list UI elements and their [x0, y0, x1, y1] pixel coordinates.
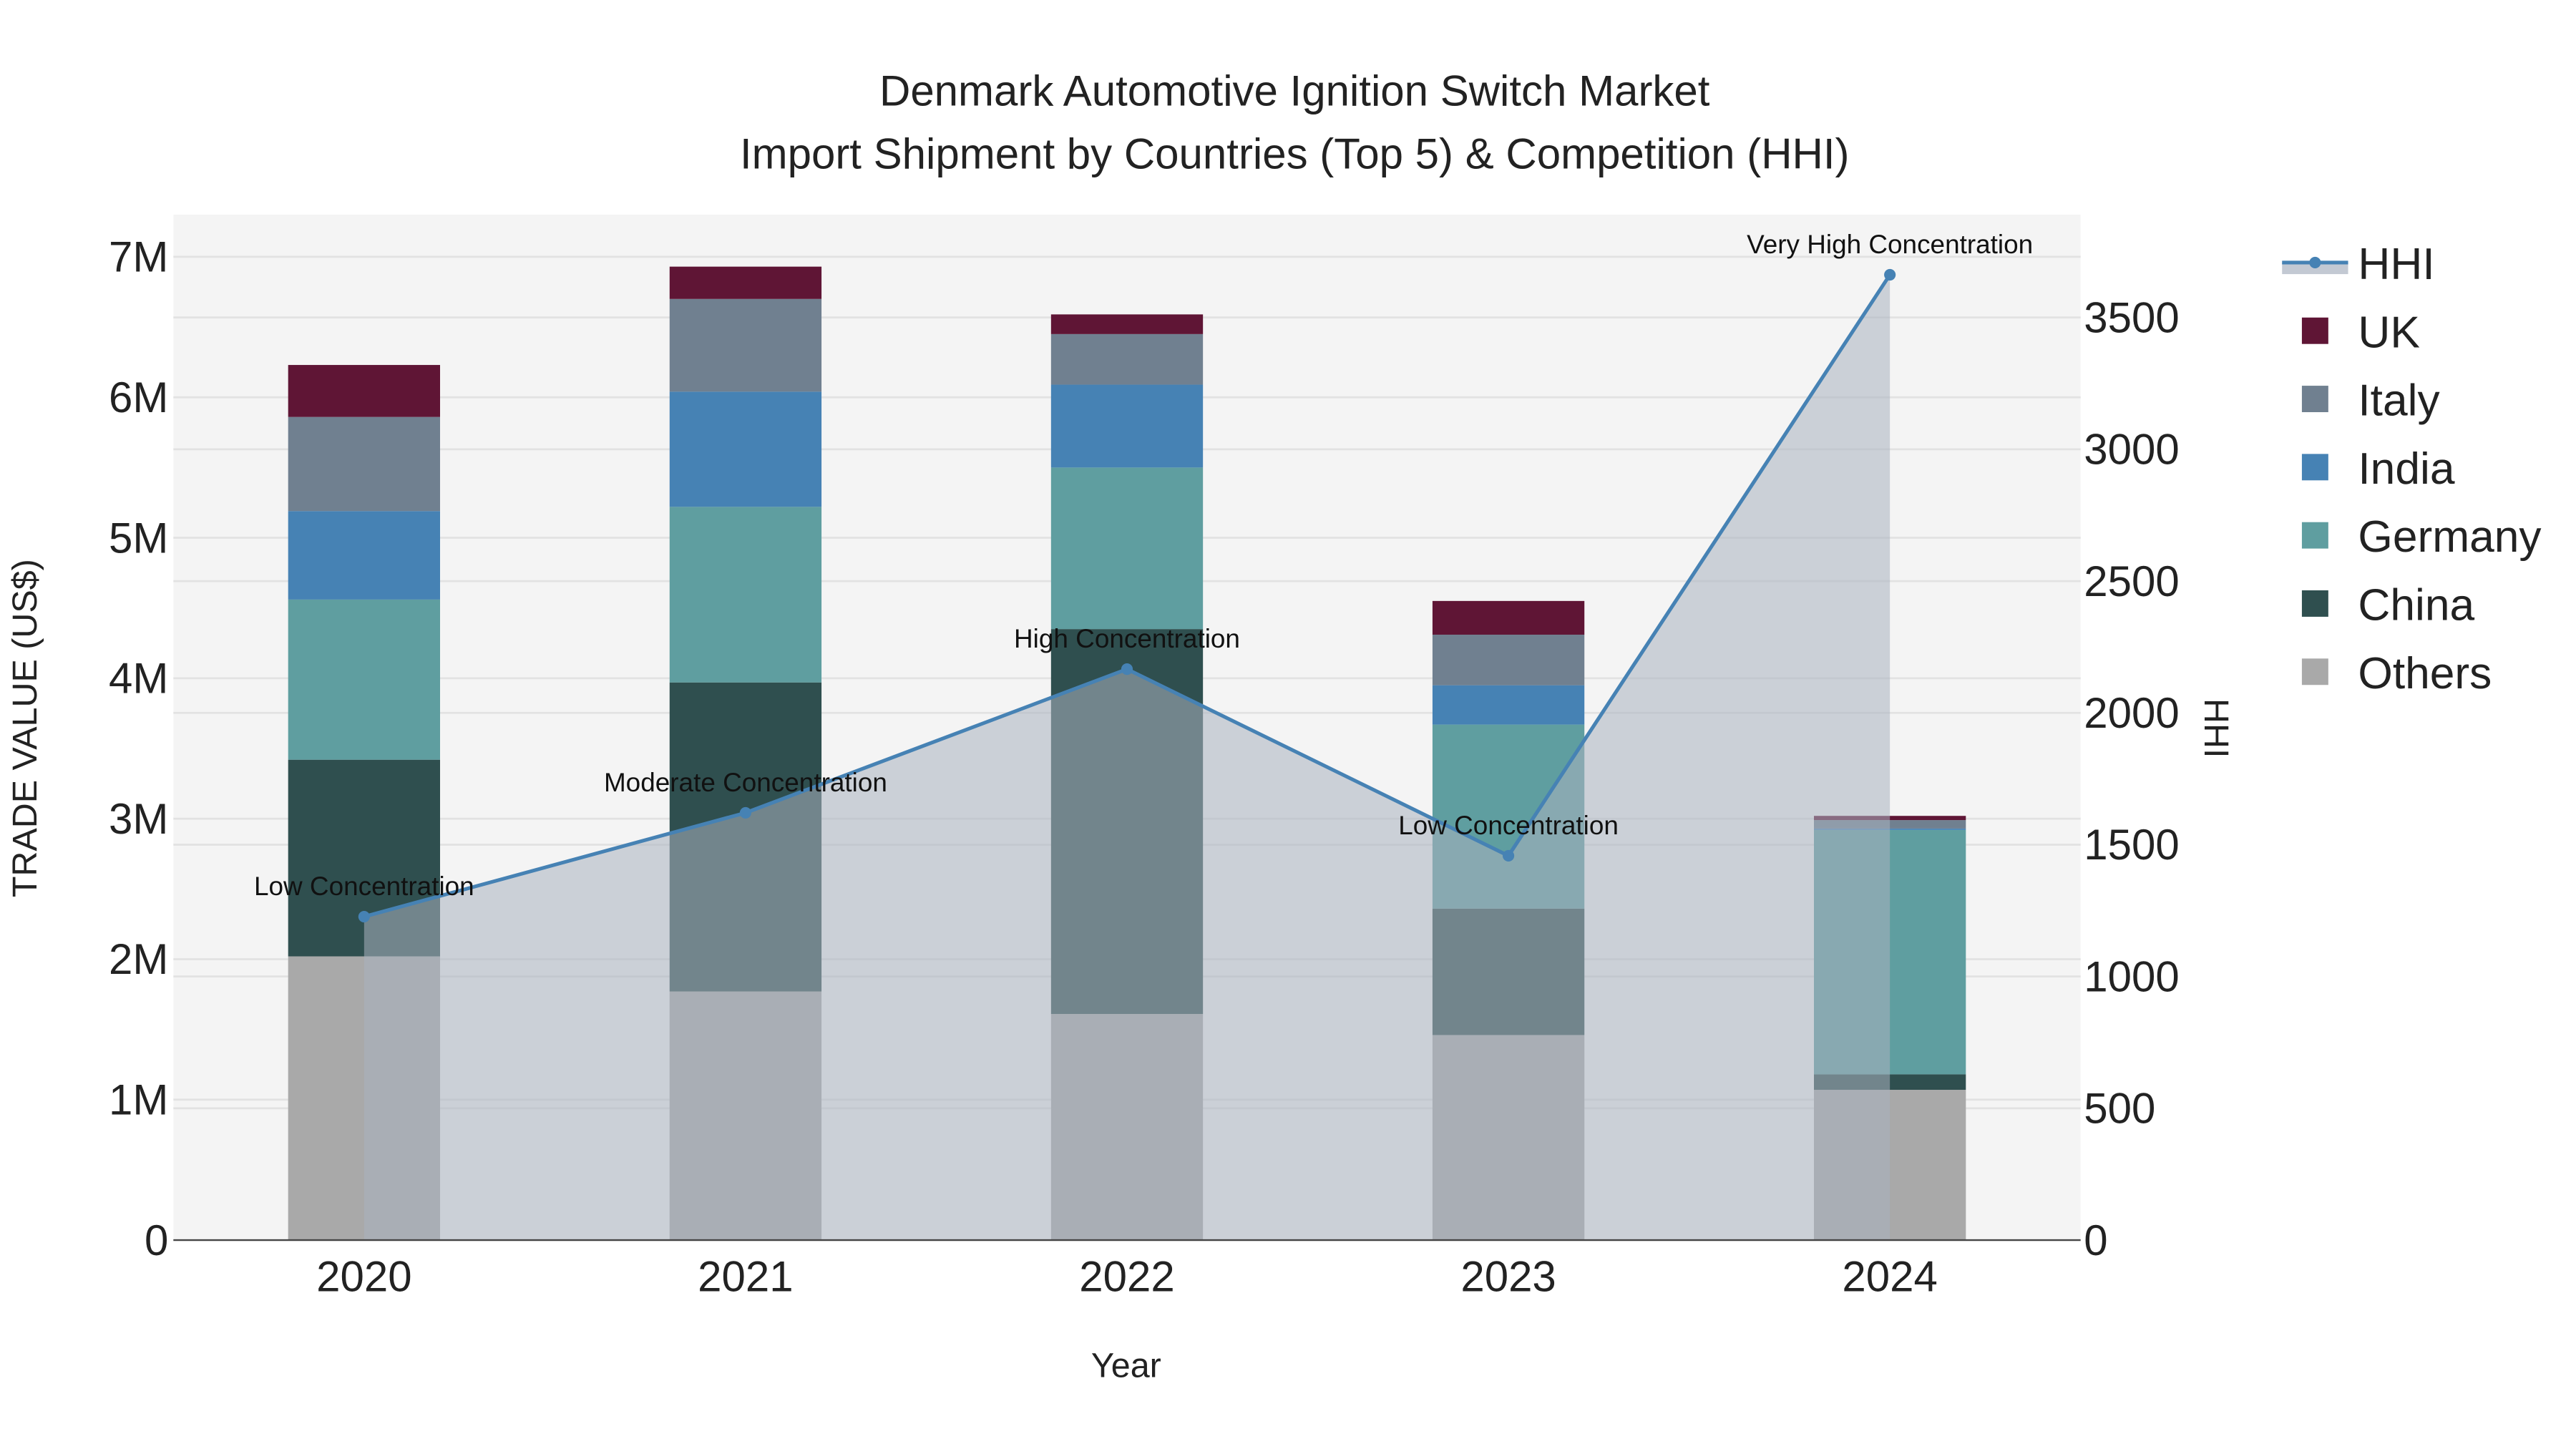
y-tick-label: 2M: [109, 935, 168, 983]
hhi-annotation: Low Concentration: [1398, 811, 1619, 840]
x-tick-label: 2024: [1842, 1253, 1937, 1301]
bar-germany-2020: [288, 599, 440, 760]
x-axis-label: Year: [1091, 1347, 1161, 1385]
legend-item-germany[interactable]: Germany: [2301, 512, 2542, 562]
hhi-annotation: Moderate Concentration: [604, 768, 887, 797]
bar-italy-2021: [669, 298, 822, 392]
hhi-point: [358, 910, 370, 923]
chart-title-line2: Import Shipment by Countries (Top 5) & C…: [740, 130, 1850, 177]
bar-india-2022: [1050, 384, 1204, 468]
legend-swatch: [2301, 454, 2328, 481]
x-axis-ticks: 2020 2021 2022 2023 2024: [316, 1253, 1938, 1301]
hhi-annotation: Very High Concentration: [1747, 230, 2033, 259]
legend-item-uk[interactable]: UK: [2301, 308, 2420, 357]
y-axis-label: TRADE VALUE (US$): [6, 559, 44, 897]
legend-swatch: [2301, 590, 2328, 617]
hhi-point: [1121, 663, 1133, 675]
bar-italy-2020: [288, 416, 440, 512]
legend-item-india[interactable]: India: [2301, 444, 2455, 494]
bar-india-2021: [669, 391, 822, 507]
legend-label: Italy: [2358, 376, 2440, 426]
y2-tick-label: 2500: [2084, 557, 2179, 605]
legend-label: HHI: [2358, 240, 2434, 289]
legend-hhi-marker-icon: [2309, 256, 2321, 268]
hhi-point: [1503, 849, 1515, 862]
bar-uk-2020: [288, 365, 440, 417]
y2-tick-label: 2000: [2084, 689, 2179, 737]
x-tick-label: 2021: [698, 1253, 793, 1301]
chart-title-line1: Denmark Automotive Ignition Switch Marke…: [879, 67, 1710, 115]
y2-tick-label: 3000: [2084, 426, 2179, 474]
bar-uk-2023: [1432, 600, 1585, 635]
y-tick-label: 4M: [109, 655, 168, 703]
hhi-point: [1884, 268, 1896, 281]
chart: Low Concentration Moderate Concentration H…: [6, 67, 2542, 1385]
bar-italy-2023: [1432, 634, 1585, 686]
legend-swatch: [2301, 658, 2328, 686]
legend: HHI UK Italy India Germany China Others: [2282, 240, 2542, 698]
y-tick-label: 3M: [109, 795, 168, 843]
y2-tick-label: 0: [2084, 1216, 2107, 1264]
legend-item-others[interactable]: Others: [2301, 649, 2492, 698]
legend-label: China: [2358, 581, 2474, 630]
legend-item-china[interactable]: China: [2301, 581, 2475, 630]
legend-swatch: [2301, 386, 2328, 412]
y-tick-label: 6M: [109, 374, 168, 421]
legend-label: Others: [2358, 649, 2492, 698]
x-tick-label: 2020: [316, 1253, 411, 1301]
hhi-annotation: Low Concentration: [254, 872, 474, 901]
bar-uk-2022: [1050, 314, 1204, 334]
x-tick-label: 2022: [1079, 1253, 1174, 1301]
legend-label: Germany: [2358, 512, 2542, 562]
legend-swatch: [2301, 522, 2328, 549]
bar-germany-2022: [1050, 467, 1204, 630]
bar-germany-2021: [669, 507, 822, 683]
y2-tick-label: 3500: [2084, 293, 2179, 341]
bar-italy-2022: [1050, 333, 1204, 385]
hhi-annotation: High Concentration: [1014, 624, 1240, 653]
legend-label: India: [2358, 444, 2454, 494]
bar-india-2020: [288, 511, 440, 600]
x-tick-label: 2023: [1460, 1253, 1556, 1301]
y2-tick-label: 1500: [2084, 821, 2179, 869]
legend-item-italy[interactable]: Italy: [2301, 376, 2441, 426]
legend-label: UK: [2358, 308, 2420, 357]
bar-uk-2021: [669, 266, 822, 299]
y-tick-label: 1M: [109, 1076, 168, 1124]
bar-india-2023: [1432, 685, 1585, 725]
legend-item-hhi[interactable]: HHI: [2282, 240, 2435, 289]
y2-tick-label: 1000: [2084, 952, 2179, 1000]
y-tick-label: 5M: [109, 514, 168, 562]
legend-swatch: [2301, 317, 2328, 344]
hhi-point: [739, 806, 751, 819]
y-tick-label: 0: [145, 1216, 168, 1264]
y-tick-label: 7M: [109, 233, 168, 281]
y2-tick-label: 500: [2084, 1085, 2155, 1133]
y2-axis-label: HHI: [2197, 698, 2235, 758]
